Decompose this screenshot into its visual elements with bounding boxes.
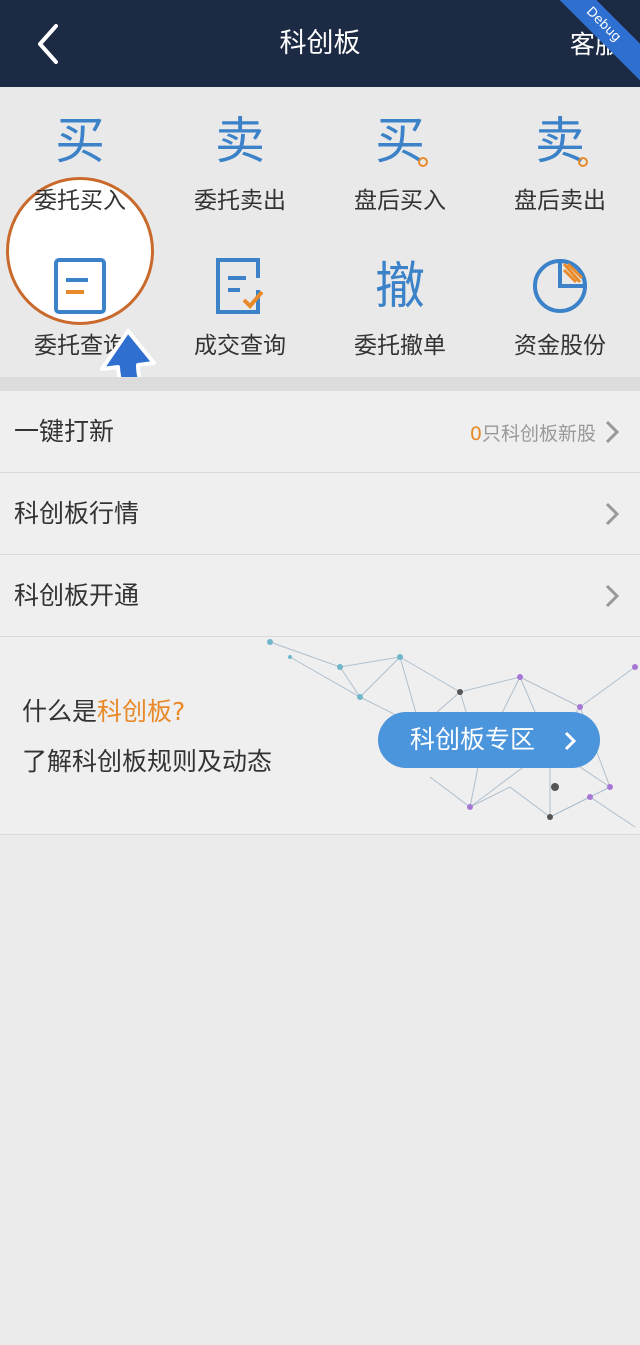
cancel-order-icon: 撤 — [375, 257, 425, 315]
after-hours-buy-button[interactable]: 买 盘后买入 — [320, 87, 480, 227]
funds-shares-label: 资金股份 — [514, 333, 606, 359]
open-account-row[interactable]: 科创板开通 — [0, 555, 640, 637]
banner-question-prefix: 什么是 — [22, 697, 98, 726]
market-label: 科创板行情 — [14, 499, 140, 528]
trade-function-grid: 买 委托买入 卖 委托卖出 买 盘后买入 卖 盘后卖出 委托查询 成交查询 撤 … — [0, 87, 640, 420]
document-list-icon — [54, 258, 106, 314]
entrust-cancel-button[interactable]: 撤 委托撤单 — [320, 232, 480, 372]
chevron-right-icon — [605, 420, 620, 444]
banner-question-highlight: 科创板? — [97, 697, 186, 726]
market-row[interactable]: 科创板行情 — [0, 473, 640, 555]
funds-shares-button[interactable]: 资金股份 — [480, 232, 640, 372]
buy-icon: 买 — [55, 112, 105, 170]
chevron-right-icon — [564, 731, 576, 751]
entrust-sell-label: 委托卖出 — [194, 188, 286, 214]
after-hours-buy-icon: 买 — [368, 109, 432, 173]
ipo-count: 0 — [469, 423, 482, 445]
ipo-count-suffix: 只科创板新股 — [481, 423, 596, 445]
entrust-sell-button[interactable]: 卖 委托卖出 — [160, 87, 320, 227]
section-divider — [0, 377, 640, 391]
after-hours-sell-button[interactable]: 卖 盘后卖出 — [480, 87, 640, 227]
entrust-cancel-label: 委托撤单 — [354, 333, 446, 359]
chevron-right-icon — [605, 502, 620, 526]
empty-content-area — [0, 836, 640, 1345]
document-check-icon — [216, 258, 264, 314]
page-title: 科创板 — [279, 28, 361, 59]
star-market-banner: 什么是科创板? 了解科创板规则及动态 科创板专区 — [0, 637, 640, 835]
open-account-label: 科创板开通 — [14, 581, 140, 610]
chevron-right-icon — [605, 584, 620, 608]
after-hours-sell-icon: 卖 — [528, 109, 592, 173]
after-hours-buy-label: 盘后买入 — [354, 188, 446, 214]
banner-subtitle: 了解科创板规则及动态 — [22, 747, 273, 776]
star-market-zone-button[interactable]: 科创板专区 — [378, 712, 600, 768]
top-nav-bar: 科创板 客服 Debug — [0, 0, 640, 87]
ipo-count-text: 0只科创板新股 — [470, 421, 596, 447]
ipo-row[interactable]: 一键打新 0只科创板新股 — [0, 391, 640, 473]
ipo-label: 一键打新 — [14, 417, 115, 446]
menu-list: 一键打新 0只科创板新股 科创板行情 科创板开通 — [0, 391, 640, 637]
entrust-buy-label: 委托买入 — [34, 188, 126, 214]
star-market-zone-label: 科创板专区 — [410, 725, 536, 754]
pie-chart-icon — [533, 258, 588, 313]
entrust-buy-button[interactable]: 买 委托买入 — [0, 87, 160, 227]
after-hours-sell-label: 盘后卖出 — [514, 188, 606, 214]
sell-icon: 卖 — [215, 112, 265, 170]
banner-question: 什么是科创板? — [22, 695, 185, 729]
